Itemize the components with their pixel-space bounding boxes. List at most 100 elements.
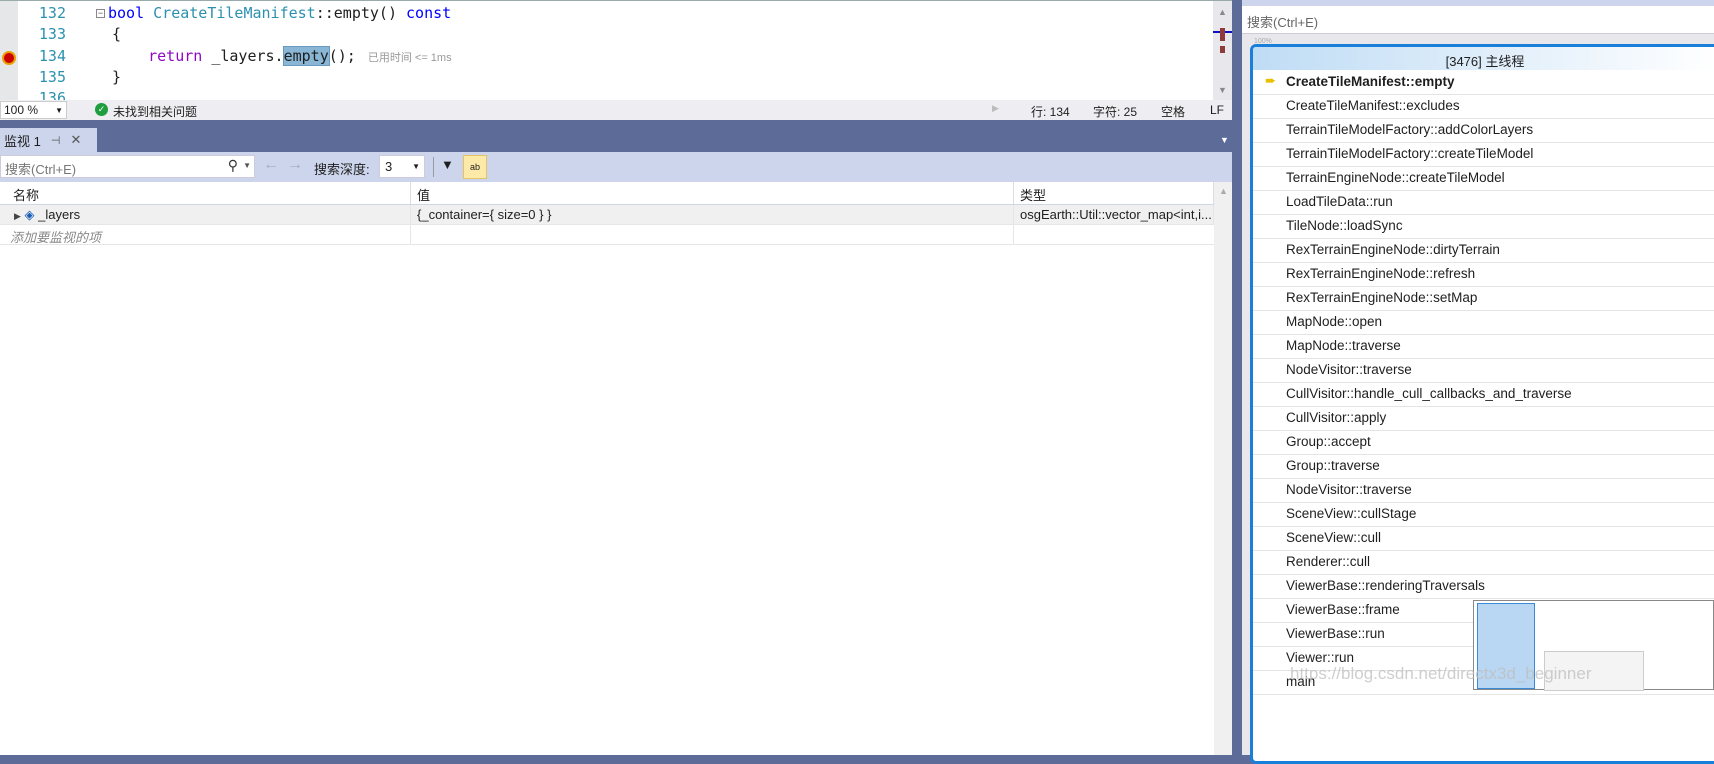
grid-scrollbar[interactable]: ▲ (1214, 182, 1232, 755)
code-token: const (406, 4, 452, 22)
search-placeholder: 搜索(Ctrl+E) (1247, 15, 1319, 30)
check-icon: ✓ (95, 103, 108, 116)
frame-label: NodeVisitor::traverse (1286, 482, 1412, 497)
search-placeholder: 搜索(Ctrl+E) (5, 162, 77, 177)
stack-frame[interactable]: MapNode::open (1253, 311, 1714, 335)
stack-frame[interactable]: LoadTileData::run (1253, 191, 1714, 215)
perf-tip: 已用时间 <= 1ms (367, 51, 452, 64)
frame-label: Group::traverse (1286, 458, 1380, 473)
column-header-type[interactable]: 类型 (1014, 182, 1214, 205)
back-arrow-icon[interactable]: ← (263, 156, 279, 174)
issues-status[interactable]: 未找到相关问题 (113, 103, 197, 120)
char-indicator[interactable]: 字符: 25 (1093, 103, 1137, 120)
current-statement-icon[interactable] (2, 50, 16, 65)
frame-label: ViewerBase::frame (1286, 602, 1400, 617)
code-token: ::empty() (315, 4, 407, 22)
vertical-scrollbar[interactable]: ▲ ▼ (1213, 1, 1232, 100)
code-token: return (112, 46, 203, 65)
collapse-icon[interactable]: − (96, 9, 105, 18)
breakpoint-marker (1220, 46, 1225, 53)
stack-frame[interactable]: SceneView::cullStage (1253, 503, 1714, 527)
frame-label: TileNode::loadSync (1286, 218, 1403, 233)
eol-indicator[interactable]: LF (1210, 103, 1224, 117)
expand-icon[interactable]: ▶ (14, 211, 21, 221)
stack-frame[interactable]: Group::traverse (1253, 455, 1714, 479)
frame-label: Renderer::cull (1286, 554, 1371, 569)
column-header-name[interactable]: 名称 (0, 182, 411, 205)
watch-search-input[interactable]: 搜索(Ctrl+E) ⚲ ▼ (0, 155, 255, 178)
stack-frame[interactable]: CullVisitor::handle_cull_callbacks_and_t… (1253, 383, 1714, 407)
zoom-dropdown[interactable]: 100 % ▼ (0, 101, 67, 119)
stack-frame[interactable]: Renderer::cull (1253, 551, 1714, 575)
tab-watch-1[interactable]: 监视 1 ⊣ ✕ (0, 128, 97, 152)
code-line[interactable]: return _layers.empty(); 已用时间 <= 1ms (112, 45, 452, 66)
stack-frame[interactable]: NodeVisitor::traverse (1253, 479, 1714, 503)
code-token: CreateTileManifest (153, 4, 316, 22)
stack-frame[interactable]: CullVisitor::apply (1253, 407, 1714, 431)
frame-label: NodeVisitor::traverse (1286, 362, 1412, 377)
depth-value: 3 (385, 159, 393, 174)
frame-label: LoadTileData::run (1286, 194, 1393, 209)
zoom-value: 100 % (4, 103, 39, 117)
stack-frame[interactable]: TerrainTileModelFactory::createTileModel (1253, 143, 1714, 167)
toolbar-separator (433, 157, 434, 177)
line-number: 136 (38, 89, 66, 100)
view-as-text-icon[interactable]: ab (463, 155, 487, 179)
column-header-value[interactable]: 值 (411, 182, 1014, 205)
watch-value[interactable]: {_container={ size=0 } } (411, 205, 1014, 225)
whitespace-indicator[interactable]: 空格 (1161, 103, 1185, 120)
frame-label: CullVisitor::handle_cull_callbacks_and_t… (1286, 386, 1572, 401)
scroll-right-icon[interactable]: ▶ (992, 103, 999, 114)
scroll-up-icon[interactable]: ▲ (1219, 186, 1228, 196)
frame-label: SceneView::cullStage (1286, 506, 1417, 521)
stack-frame[interactable]: TileNode::loadSync (1253, 215, 1714, 239)
code-editor[interactable]: 132 bool CreateTileManifest::empty() cons… (0, 0, 1232, 100)
code-line[interactable]: } (112, 68, 121, 86)
frame-label: RexTerrainEngineNode::refresh (1286, 266, 1476, 281)
line-indicator[interactable]: 行: 134 (1031, 103, 1070, 120)
watch-grid: 名称 值 类型 ▲ ▶ ◈ _layers {_container={ size… (0, 182, 1232, 755)
frame-label: RexTerrainEngineNode::dirtyTerrain (1286, 242, 1500, 257)
frame-label: MapNode::traverse (1286, 338, 1401, 353)
search-depth-dropdown[interactable]: 3 ▼ (379, 155, 425, 178)
stack-frame[interactable]: TerrainEngineNode::createTileModel (1253, 167, 1714, 191)
code-token: } (112, 67, 122, 86)
stack-frame[interactable]: RexTerrainEngineNode::setMap (1253, 287, 1714, 311)
stack-frame[interactable]: ViewerBase::renderingTraversals (1253, 575, 1714, 599)
add-watch-placeholder[interactable]: 添加要监视的项 (0, 225, 411, 245)
code-line[interactable]: { (112, 25, 121, 43)
stack-frame[interactable]: TerrainTileModelFactory::addColorLayers (1253, 119, 1714, 143)
current-frame-arrow-icon: ➨ (1265, 73, 1277, 88)
frame-label: TerrainTileModelFactory::addColorLayers (1286, 122, 1534, 137)
add-watch-row[interactable]: 添加要监视的项 (0, 225, 1214, 245)
forward-arrow-icon[interactable]: → (287, 156, 303, 174)
private-member-icon: ◈ (24, 207, 35, 222)
stack-frame[interactable]: RexTerrainEngineNode::refresh (1253, 263, 1714, 287)
editor-status-bar: 100 % ▼ ✓ 未找到相关问题 ▶ 行: 134 字符: 25 空格 LF (0, 100, 1232, 120)
window-menu-icon[interactable]: ▼ (1220, 135, 1229, 145)
tool-window-tabstrip: ▼ (0, 120, 1232, 152)
close-icon[interactable]: ✕ (70, 132, 81, 148)
stack-frame[interactable]: ➨ CreateTileManifest::empty (1253, 71, 1714, 95)
code-token: bool (108, 4, 154, 22)
stack-frame[interactable]: MapNode::traverse (1253, 335, 1714, 359)
scroll-up-icon[interactable]: ▲ (1218, 7, 1227, 17)
callstack-search-input[interactable]: 搜索(Ctrl+E) (1242, 6, 1714, 34)
code-line[interactable]: bool CreateTileManifest::empty() const (108, 4, 451, 22)
frame-label: MapNode::open (1286, 314, 1383, 329)
stack-frame[interactable]: CreateTileManifest::excludes (1253, 95, 1714, 119)
line-number: 134 (38, 46, 66, 65)
line-number: 133 (38, 25, 66, 44)
stack-frame[interactable]: NodeVisitor::traverse (1253, 359, 1714, 383)
stack-frame[interactable]: Group::accept (1253, 431, 1714, 455)
search-icon[interactable]: ⚲ (228, 157, 238, 174)
stack-frame[interactable]: RexTerrainEngineNode::dirtyTerrain (1253, 239, 1714, 263)
stack-frame[interactable]: SceneView::cull (1253, 527, 1714, 551)
scroll-down-icon[interactable]: ▼ (1218, 85, 1227, 95)
pin-icon[interactable]: ⊣ (51, 134, 61, 147)
table-row[interactable]: ▶ ◈ _layers {_container={ size=0 } } osg… (0, 205, 1214, 225)
pin-filter-icon[interactable]: ▼ (441, 157, 454, 172)
tab-label: 监视 1 (4, 133, 41, 149)
chevron-down-icon[interactable]: ▼ (243, 161, 251, 170)
watch-toolbar: 搜索(Ctrl+E) ⚲ ▼ ← → 搜索深度: 3 ▼ ▼ ab (0, 152, 1232, 182)
